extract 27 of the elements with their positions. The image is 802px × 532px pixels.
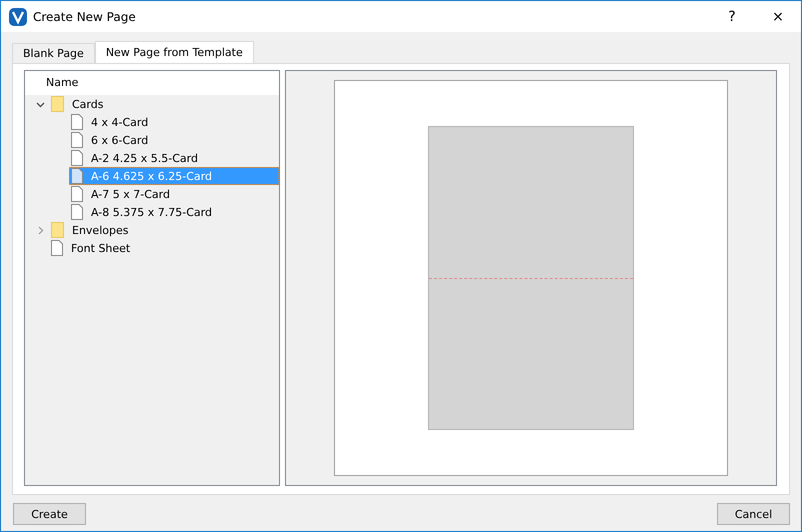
window-title: Create New Page (33, 10, 137, 24)
document-icon (71, 186, 83, 202)
tree-item[interactable]: 4 x 4-Card (69, 113, 279, 131)
tree-item[interactable]: A-8 5.375 x 7.75-Card (69, 203, 279, 221)
document-icon (71, 204, 83, 220)
document-icon (71, 150, 83, 166)
tree-item[interactable]: Cards (49, 95, 279, 113)
document-icon (71, 132, 83, 148)
tree-item[interactable]: A-7 5 x 7-Card (69, 185, 279, 203)
help-button[interactable]: ? (709, 8, 755, 24)
tree-item[interactable]: 6 x 6-Card (69, 131, 279, 149)
document-icon (51, 240, 63, 256)
create-button[interactable]: Create (13, 503, 86, 525)
tree-item[interactable]: A-2 4.25 x 5.5-Card (69, 149, 279, 167)
column-header: Name (25, 71, 279, 95)
tree-item[interactable]: Font Sheet (49, 239, 279, 257)
folder-icon (51, 96, 64, 112)
document-icon (71, 114, 83, 130)
close-button[interactable]: × (755, 8, 801, 24)
folder-icon (51, 222, 64, 238)
app-logo-icon (9, 8, 27, 26)
tab[interactable]: Blank Page (12, 43, 95, 63)
cancel-button[interactable]: Cancel (717, 503, 790, 525)
chevron-down-icon[interactable] (36, 100, 44, 108)
tab[interactable]: New Page from Template (94, 41, 254, 63)
document-icon (71, 168, 83, 184)
tree-item[interactable]: Envelopes (49, 221, 279, 239)
